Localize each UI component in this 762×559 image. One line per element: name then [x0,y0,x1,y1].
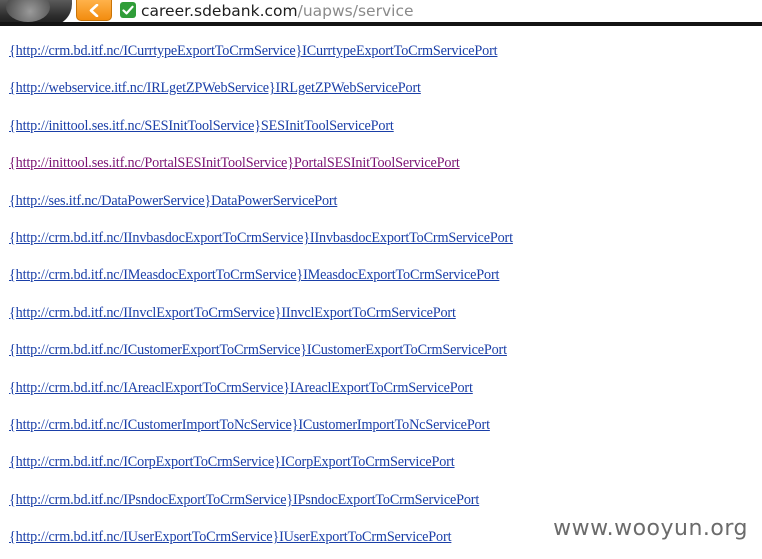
service-link[interactable]: {http://crm.bd.itf.nc/IMeasdocExportToCr… [9,267,499,283]
list-item: {http://ses.itf.nc/DataPowerService}Data… [9,192,513,229]
secure-check-icon [120,2,136,18]
list-item: {http://webservice.itf.nc/IRLgetZPWebSer… [9,79,513,116]
list-item: {http://crm.bd.itf.nc/IInvbasdocExportTo… [9,229,513,266]
service-link[interactable]: {http://crm.bd.itf.nc/IInvbasdocExportTo… [9,230,513,246]
list-item: {http://crm.bd.itf.nc/ICustomerImportToN… [9,416,513,453]
service-link[interactable]: {http://inittool.ses.itf.nc/PortalSESIni… [9,155,460,171]
service-link[interactable]: {http://crm.bd.itf.nc/ICurrtypeExportToC… [9,43,498,59]
list-item: {http://crm.bd.itf.nc/IUserExportToCrmSe… [9,528,513,559]
service-link[interactable]: {http://crm.bd.itf.nc/ICorpExportToCrmSe… [9,454,455,470]
service-link[interactable]: {http://crm.bd.itf.nc/ICustomerExportToC… [9,342,507,358]
service-link[interactable]: {http://crm.bd.itf.nc/IInvclExportToCrmS… [9,305,456,321]
address-host: career.sdebank.com [141,2,298,20]
back-arrow-icon [89,4,99,17]
browser-toolbar: career.sdebank.com/uapws/service [0,0,762,26]
list-item: {http://crm.bd.itf.nc/ICorpExportToCrmSe… [9,453,513,490]
service-link[interactable]: {http://crm.bd.itf.nc/IAreaclExportToCrm… [9,380,473,396]
list-item: {http://crm.bd.itf.nc/ICurrtypeExportToC… [9,42,513,79]
service-link-list: {http://crm.bd.itf.nc/ICurrtypeExportToC… [9,42,513,559]
service-link[interactable]: {http://inittool.ses.itf.nc/SESInitToolS… [9,118,394,134]
address-path: /uapws/service [297,2,414,20]
service-link[interactable]: {http://ses.itf.nc/DataPowerService}Data… [9,193,337,209]
list-item: {http://crm.bd.itf.nc/ICustomerExportToC… [9,341,513,378]
list-item: {http://crm.bd.itf.nc/IMeasdocExportToCr… [9,266,513,303]
list-item: {http://crm.bd.itf.nc/IInvclExportToCrmS… [9,304,513,341]
service-link[interactable]: {http://webservice.itf.nc/IRLgetZPWebSer… [9,80,421,96]
list-item: {http://inittool.ses.itf.nc/PortalSESIni… [9,154,513,191]
list-item: {http://inittool.ses.itf.nc/SESInitToolS… [9,117,513,154]
service-link[interactable]: {http://crm.bd.itf.nc/IPsndocExportToCrm… [9,492,479,508]
watermark: www.wooyun.org [549,514,752,543]
back-button[interactable] [76,0,112,21]
browser-logo-icon [6,0,50,22]
service-link[interactable]: {http://crm.bd.itf.nc/ICustomerImportToN… [9,417,490,433]
toolbar-divider [0,22,762,26]
address-bar[interactable]: career.sdebank.com/uapws/service [141,0,414,22]
list-item: {http://crm.bd.itf.nc/IAreaclExportToCrm… [9,379,513,416]
service-link[interactable]: {http://crm.bd.itf.nc/IUserExportToCrmSe… [9,529,452,545]
list-item: {http://crm.bd.itf.nc/IPsndocExportToCrm… [9,491,513,528]
